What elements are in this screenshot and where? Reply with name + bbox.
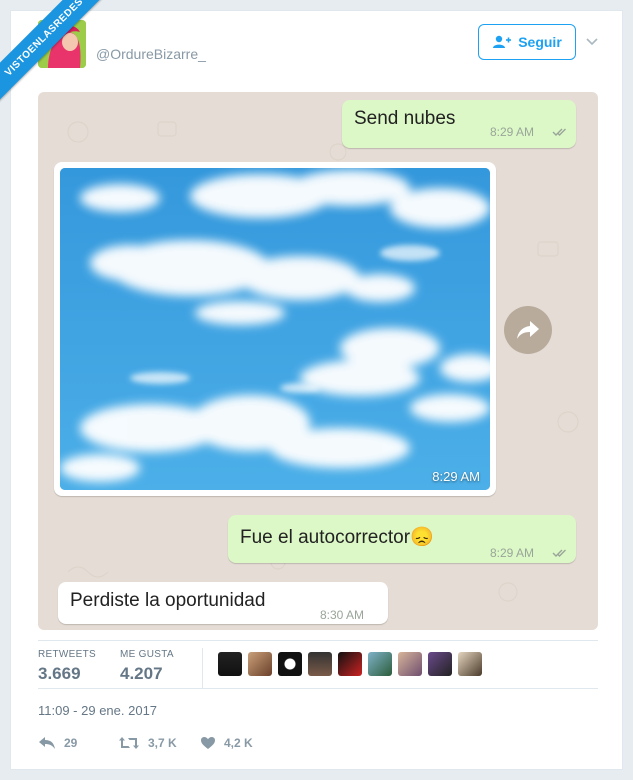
- forward-arrow-icon: [517, 321, 539, 339]
- like-count: 4,2 K: [224, 736, 253, 750]
- liker-avatar[interactable]: [338, 652, 362, 676]
- message-text-content: Fue el autocorrector: [240, 527, 411, 548]
- message-bubble-incoming[interactable]: Perdiste la oportunidad 8:30 AM: [58, 582, 388, 624]
- liker-avatars: [218, 652, 482, 676]
- retweet-icon: [119, 737, 139, 749]
- stats-divider: [202, 648, 203, 688]
- message-text: Fue el autocorrector😞: [240, 525, 434, 549]
- retweet-count: 3,7 K: [148, 736, 177, 750]
- message-time: 8:30 AM: [320, 608, 365, 622]
- author-handle[interactable]: @OrdureBizarre_: [96, 46, 206, 62]
- message-image-bubble[interactable]: 8:29 AM: [54, 162, 496, 496]
- message-time: 8:29 AM: [490, 546, 535, 560]
- message-bubble-outgoing[interactable]: Fue el autocorrector😞 8:29 AM: [228, 515, 576, 563]
- tweet-date[interactable]: 11:09 - 29 ene. 2017: [38, 703, 157, 718]
- double-check-icon: [552, 128, 566, 136]
- reply-icon: [39, 737, 55, 749]
- likes-label: ME GUSTA: [120, 649, 174, 660]
- retweets-label: RETWEETS: [38, 649, 96, 660]
- follow-button[interactable]: Seguir: [478, 24, 576, 60]
- message-text: Perdiste la oportunidad: [70, 590, 266, 611]
- liker-avatar[interactable]: [368, 652, 392, 676]
- reply-action[interactable]: 29: [38, 736, 77, 750]
- forward-button[interactable]: [504, 306, 552, 354]
- retweet-action[interactable]: 3,7 K: [118, 736, 177, 750]
- liker-avatar[interactable]: [308, 652, 332, 676]
- liker-avatar[interactable]: [218, 652, 242, 676]
- liker-avatar[interactable]: [278, 652, 302, 676]
- image-time: 8:29 AM: [432, 469, 480, 484]
- message-time: 8:29 AM: [490, 125, 535, 139]
- likes-count[interactable]: 4.207: [120, 664, 163, 684]
- double-check-icon: [552, 549, 566, 557]
- follow-button-label: Seguir: [518, 34, 562, 50]
- clouds-image: [60, 168, 490, 490]
- message-bubble-outgoing[interactable]: Send nubes 8:29 AM: [342, 100, 576, 148]
- liker-avatar[interactable]: [398, 652, 422, 676]
- heart-icon: [201, 737, 215, 749]
- add-user-icon: [493, 35, 512, 48]
- chevron-down-icon[interactable]: [584, 34, 600, 50]
- reply-count: 29: [64, 736, 78, 750]
- disappointed-emoji: 😞: [410, 527, 434, 548]
- liker-avatar[interactable]: [248, 652, 272, 676]
- sky-clouds-image[interactable]: 8:29 AM: [60, 168, 490, 490]
- message-text: Send nubes: [354, 108, 456, 129]
- chat-screenshot: Send nubes 8:29 AM 8:29 AM Fue el autoco…: [38, 92, 598, 630]
- like-action[interactable]: 4,2 K: [200, 736, 253, 750]
- retweets-count[interactable]: 3.669: [38, 664, 81, 684]
- divider: [38, 688, 598, 689]
- divider: [38, 640, 598, 641]
- liker-avatar[interactable]: [458, 652, 482, 676]
- liker-avatar[interactable]: [428, 652, 452, 676]
